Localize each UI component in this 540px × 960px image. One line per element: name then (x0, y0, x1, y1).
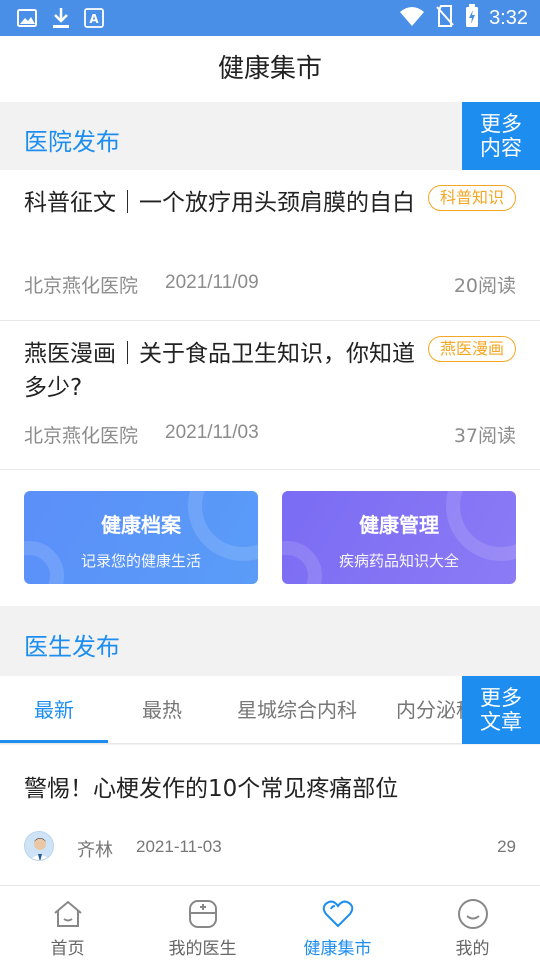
post-title: 警惕！心梗发作的10个常见疼痛部位 (24, 776, 399, 802)
heart-icon (322, 898, 354, 930)
feature-cards: 健康档案 记录您的健康生活 健康管理 疾病药品知识大全 (0, 470, 540, 606)
nav-health-market[interactable]: 健康集市 (270, 886, 405, 960)
health-records-card[interactable]: 健康档案 记录您的健康生活 (24, 491, 258, 584)
battery-charging-icon (465, 4, 479, 32)
doctor-bag-icon (187, 898, 219, 930)
card-title: 健康档案 (101, 513, 181, 537)
article-date: 2021/11/03 (165, 422, 259, 443)
bottom-nav: 首页 我的医生 健康集市 我的 (0, 885, 540, 960)
more-content-label-2: 内容 (480, 136, 522, 160)
nav-me-label: 我的 (455, 939, 490, 959)
more-content-label-1: 更多 (480, 112, 522, 136)
nav-home-label: 首页 (50, 939, 85, 959)
tab-latest[interactable]: 最新 (0, 676, 108, 743)
article-title: 科普征文｜一个放疗用头颈肩膜的自白 (24, 190, 415, 216)
wifi-icon (399, 5, 425, 31)
page-title: 健康集市 (217, 54, 322, 84)
hospital-section-header: 医院发布 更多 内容 (0, 102, 540, 170)
active-tab-indicator (0, 740, 108, 743)
post-date: 2021-11-03 (136, 837, 222, 856)
nav-my-doctor[interactable]: 我的医生 (135, 886, 270, 960)
article-source: 北京燕化医院 (24, 275, 139, 297)
font-icon: A (84, 7, 104, 33)
post-author: 齐林 (77, 840, 113, 861)
article-title: 燕医漫画｜关于食品卫生知识，你知道多少? (24, 341, 415, 401)
health-management-card[interactable]: 健康管理 疾病药品知识大全 (282, 491, 516, 584)
article-tag: 燕医漫画 (427, 336, 516, 362)
article-reads: 20阅读 (453, 275, 516, 297)
more-articles-label-2: 文章 (480, 710, 522, 734)
image-icon (16, 7, 38, 33)
nav-my-doctor-label: 我的医生 (168, 939, 237, 959)
nav-me[interactable]: 我的 (405, 886, 540, 960)
card-subtitle: 疾病药品知识大全 (338, 552, 459, 570)
card-title: 健康管理 (359, 513, 439, 537)
download-icon (50, 6, 72, 34)
status-time: 3:32 (489, 6, 528, 29)
article-item[interactable]: 燕医漫画｜关于食品卫生知识，你知道多少? 燕医漫画 北京燕化医院 2021/11… (0, 321, 540, 470)
smile-icon (457, 898, 489, 930)
no-sim-icon (435, 4, 455, 32)
avatar (24, 831, 54, 861)
home-icon (52, 898, 84, 930)
article-item[interactable]: 科普征文｜一个放疗用头颈肩膜的自白 科普知识 北京燕化医院 2021/11/09… (0, 170, 540, 321)
more-articles-label-1: 更多 (480, 686, 522, 710)
doctor-tabs: 最新 最热 星城综合内科 内分泌科 (0, 676, 540, 744)
hospital-section-title: 医院发布 (24, 128, 120, 156)
doctor-section-title: 医生发布 (24, 633, 120, 661)
more-articles-button[interactable]: 更多 文章 (462, 676, 540, 744)
post-read-count: 29 (497, 837, 516, 856)
article-date: 2021/11/09 (165, 272, 259, 293)
nav-health-market-label: 健康集市 (303, 939, 372, 959)
article-tag: 科普知识 (427, 185, 516, 211)
tab-hottest[interactable]: 最热 (108, 676, 216, 743)
svg-text:A: A (89, 12, 99, 26)
doctor-section-header: 医生发布 (0, 606, 540, 676)
more-content-button[interactable]: 更多 内容 (462, 102, 540, 170)
article-source: 北京燕化医院 (24, 425, 139, 447)
card-subtitle: 记录您的健康生活 (80, 552, 201, 570)
nav-home[interactable]: 首页 (0, 886, 135, 960)
app-header: 健康集市 (0, 36, 540, 102)
article-reads: 37阅读 (453, 425, 516, 447)
tab-general-internal[interactable]: 星城综合内科 (220, 676, 374, 743)
status-bar: A 3:32 (0, 0, 540, 36)
doctor-post-item[interactable]: 警惕！心梗发作的10个常见疼痛部位 齐林 2021-11-03 29 (0, 745, 540, 885)
